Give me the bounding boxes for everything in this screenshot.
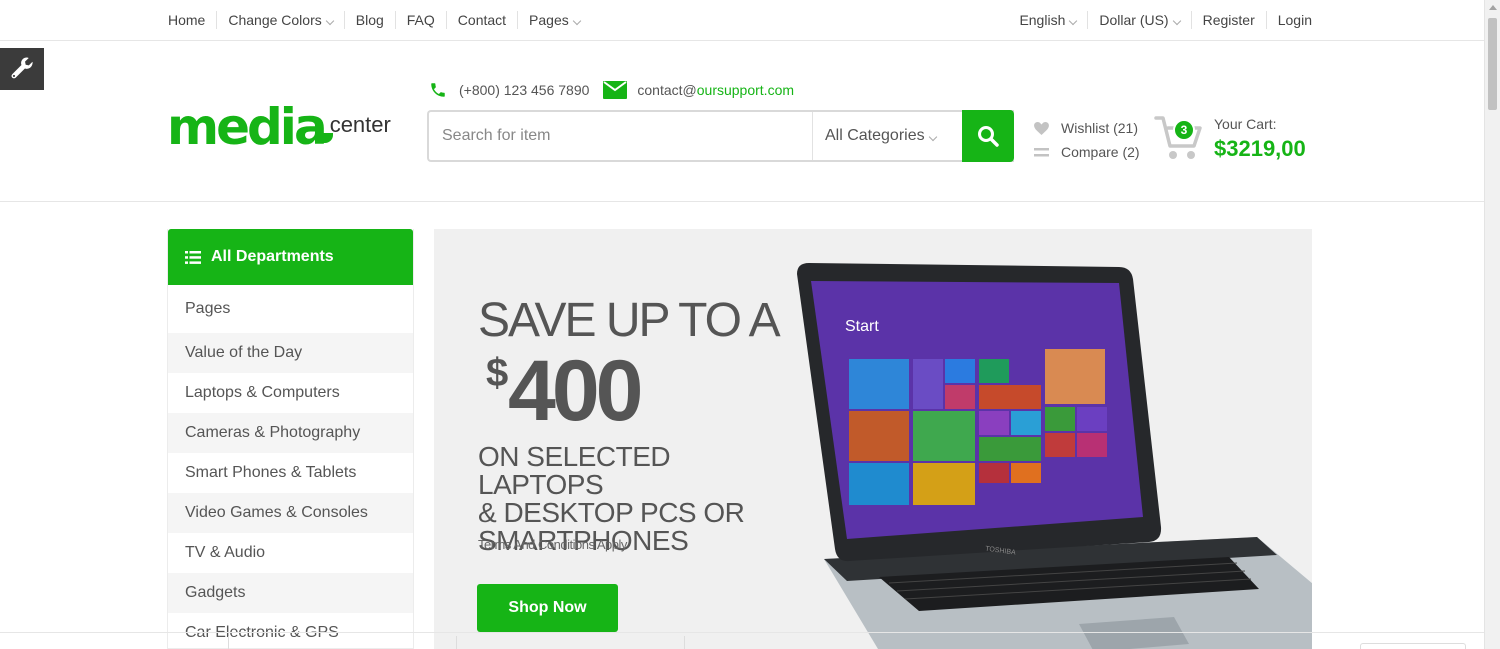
register-link[interactable]: Register [1190, 11, 1266, 29]
cart-total: $3219,00 [1214, 136, 1306, 161]
logo-dot [322, 133, 333, 143]
list-icon [185, 250, 201, 264]
nav-contact-link[interactable]: Contact [445, 11, 517, 29]
bottom-separator [228, 636, 229, 649]
hero-price-currency: $ [486, 351, 509, 395]
cart-label: Your Cart: [1214, 116, 1277, 132]
department-item-video-games-consoles[interactable]: Video Games & Consoles [168, 493, 413, 533]
site-logo[interactable]: media center [167, 96, 391, 152]
language-dropdown[interactable]: English [1008, 11, 1087, 29]
department-item-value-of-the-day[interactable]: Value of the Day [168, 333, 413, 373]
envelope-icon [603, 79, 628, 101]
wishlist-compare: Wishlist (21) Compare (2) [1033, 116, 1140, 164]
hero-headline: SAVE UP TO A [478, 294, 781, 347]
hero-terms: Terms And Conditions Apply [478, 537, 627, 552]
chevron-down-icon [928, 132, 937, 142]
top-nav-right: English Dollar (US) Register Login [1008, 0, 1312, 40]
departments-list: Pages Value of the Day Laptops & Compute… [168, 285, 413, 648]
bottom-separator [456, 636, 457, 649]
hero-price-amount: 400 [508, 343, 643, 439]
page-scrollbar[interactable] [1484, 0, 1500, 649]
category-select[interactable]: All Categories [812, 112, 962, 160]
chevron-down-icon [1069, 16, 1078, 26]
wrench-icon [11, 57, 33, 79]
nav-change-colors-dropdown[interactable]: Change Colors [216, 11, 343, 29]
departments-menu: All Departments Pages Value of the Day L… [167, 229, 414, 649]
bottom-divider [0, 632, 1484, 633]
department-item-car-electronic-gps[interactable]: Car Electronic & GPS [168, 613, 413, 648]
chevron-down-icon [572, 16, 581, 26]
login-link[interactable]: Login [1265, 11, 1312, 29]
laptop-image: Start TOSHIBA [797, 263, 1312, 649]
logo-wordmark: media [167, 98, 328, 156]
header-divider [0, 201, 1484, 202]
top-navigation-bar: Home Change Colors Blog FAQ Contact Page… [0, 0, 1484, 41]
search-button[interactable] [962, 110, 1014, 162]
screen-start-text: Start [845, 318, 879, 335]
mini-cart[interactable]: 3 Your Cart: $3219,00 [1154, 114, 1314, 164]
currency-dropdown[interactable]: Dollar (US) [1087, 11, 1190, 29]
department-item-cameras-photography[interactable]: Cameras & Photography [168, 413, 413, 453]
department-item-tv-audio[interactable]: TV & Audio [168, 533, 413, 573]
nav-home-link[interactable]: Home [168, 11, 216, 29]
bottom-separator [684, 636, 685, 649]
department-item-gadgets[interactable]: Gadgets [168, 573, 413, 613]
hero-banner: SAVE UP TO A $ 400 ON SELECTED LAPTOPS &… [434, 229, 1312, 649]
department-item-smart-phones-tablets[interactable]: Smart Phones & Tablets [168, 453, 413, 493]
top-nav-left: Home Change Colors Blog FAQ Contact Page… [168, 0, 591, 40]
department-item-pages[interactable]: Pages [168, 285, 413, 333]
nav-pages-dropdown[interactable]: Pages [517, 11, 591, 29]
departments-title: All Departments [211, 248, 334, 265]
phone-number: (+800) 123 456 7890 [459, 82, 590, 98]
email-link[interactable]: contact@oursupport.com [637, 82, 794, 98]
nav-blog-link[interactable]: Blog [343, 11, 395, 29]
style-switcher-button[interactable] [0, 48, 44, 90]
search-icon [978, 126, 999, 147]
bottom-tab [1360, 643, 1466, 649]
chevron-down-icon [325, 16, 334, 26]
nav-faq-link[interactable]: FAQ [394, 11, 446, 29]
phone-icon [427, 79, 449, 101]
shop-now-button[interactable]: Shop Now [477, 584, 618, 632]
scrollbar-thumb[interactable] [1488, 18, 1497, 110]
cart-count-badge: 3 [1173, 119, 1195, 141]
header-contacts: (+800) 123 456 7890 contact@oursupport.c… [427, 78, 794, 102]
department-item-laptops-computers[interactable]: Laptops & Computers [168, 373, 413, 413]
wishlist-link[interactable]: Wishlist (21) [1033, 116, 1140, 140]
compare-link[interactable]: Compare (2) [1033, 140, 1140, 164]
logo-suffix: center [322, 112, 391, 143]
search-bar: All Categories [427, 110, 1014, 162]
chevron-down-icon [1172, 16, 1181, 26]
scroll-up-arrow-icon[interactable] [1489, 5, 1497, 10]
heart-icon [1033, 121, 1049, 135]
departments-header[interactable]: All Departments [168, 229, 413, 285]
search-input[interactable] [429, 112, 812, 160]
compare-icon [1033, 147, 1049, 158]
